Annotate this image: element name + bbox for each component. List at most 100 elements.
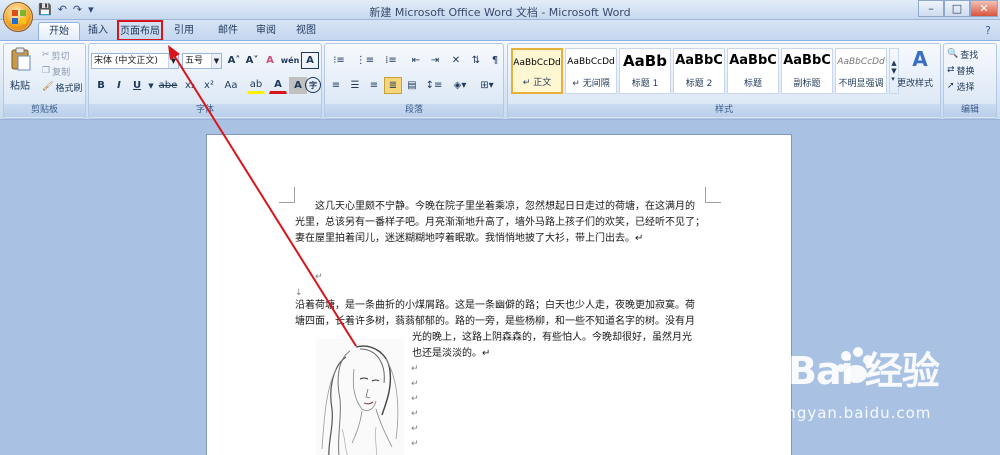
show-marks-icon[interactable]: ¶ bbox=[486, 52, 504, 69]
chevron-down-icon[interactable]: ▼ bbox=[211, 54, 221, 68]
phonetic-guide-button[interactable]: wén bbox=[281, 52, 300, 69]
inserted-portrait-image[interactable] bbox=[316, 339, 404, 455]
character-border-button[interactable]: A bbox=[301, 52, 319, 69]
multilevel-list-icon[interactable]: ⁞≡ bbox=[379, 52, 403, 69]
tab-mailings[interactable]: 邮件 bbox=[212, 22, 244, 40]
shading-icon[interactable]: ◈▾ bbox=[449, 77, 471, 94]
tab-home[interactable]: 开始 bbox=[38, 22, 80, 40]
document-page[interactable]: 这几天心里颇不宁静。今晚在院子里坐着乘凉，忽然想起日日走过的荷塘，在这满月的 光… bbox=[206, 134, 792, 455]
paragraph-group: ⁝≡ ⋮≡ ⁞≡ ⇤ ⇥ ✕ ⇅ ¶ ≡ ☰ ≡ ≣ ▤ ↕≡ ◈▾ ⊞▾ 段落 bbox=[324, 43, 504, 119]
baidu-watermark: Bai 经验 jingyan.baidu.com bbox=[748, 340, 998, 455]
tab-page-layout[interactable]: 页面布局 bbox=[117, 20, 163, 41]
text-line: 妻在屋里拍着闰儿，迷迷糊糊地哼着眠歌。我悄悄地披了大衫，带上门出去。↵ bbox=[295, 233, 644, 244]
office-button[interactable] bbox=[3, 2, 33, 32]
italic-button[interactable]: I bbox=[110, 77, 128, 94]
shrink-font-button[interactable]: A˅ bbox=[243, 52, 261, 69]
style-preview: AaBb bbox=[623, 52, 667, 70]
change-styles-button[interactable]: 更改样式 bbox=[897, 74, 933, 90]
style-subtle-emphasis[interactable]: AaBbCcDd 不明显强调 bbox=[835, 48, 887, 94]
replace-button[interactable]: ⇄ 替换 bbox=[947, 62, 975, 78]
paragraph-1[interactable]: 这几天心里颇不宁静。今晚在院子里坐着乘凉，忽然想起日日走过的荷塘，在这满月的 光… bbox=[295, 199, 705, 247]
paragraph-group-label: 段落 bbox=[325, 104, 503, 117]
styles-group-label: 样式 bbox=[508, 104, 940, 117]
change-styles-icon[interactable]: A bbox=[902, 46, 938, 72]
bullets-icon[interactable]: ⁝≡ bbox=[327, 52, 351, 69]
numbering-icon[interactable]: ⋮≡ bbox=[353, 52, 377, 69]
copy-label: 复制 bbox=[52, 67, 71, 78]
font-name-combo[interactable]: 宋体 (中文正文) ▼ bbox=[91, 53, 179, 69]
style-name: 不明显强调 bbox=[838, 79, 884, 89]
ribbon: 粘贴 ✂ 剪切 ❐ 复制 🖌 格式刷 剪贴板 宋体 (中文正文) ▼ 五号 ▼ A˄ A˅… bbox=[0, 40, 1000, 120]
styles-group: AaBbCcDd ↵ 正文 AaBbCcDd ↵ 无间隔 AaBb 标题 1 A… bbox=[507, 43, 941, 119]
crop-mark-top-right bbox=[705, 187, 721, 203]
ribbon-tabs: 开始 插入 页面布局 引用 邮件 审阅 视图 ? bbox=[0, 20, 1000, 41]
watermark-brand: Bai 经验 bbox=[788, 349, 940, 393]
paragraph-mark: ↵ bbox=[411, 394, 419, 404]
replace-icon: ⇄ bbox=[947, 65, 955, 75]
highlight-button[interactable]: ab bbox=[247, 77, 265, 94]
style-name: ↵ 正文 bbox=[522, 78, 552, 88]
borders-icon[interactable]: ⊞▾ bbox=[475, 77, 499, 94]
underline-button[interactable]: U bbox=[128, 77, 146, 94]
find-label: 查找 bbox=[960, 50, 979, 61]
style-subtitle[interactable]: AaBbC 副标题 bbox=[781, 48, 833, 94]
change-case-button[interactable]: Aa bbox=[220, 77, 242, 94]
paste-icon[interactable] bbox=[8, 46, 34, 72]
editing-group: 🔍 查找 ⇄ 替换 ➚ 选择 编辑 bbox=[943, 43, 997, 119]
font-color-button[interactable]: A bbox=[269, 77, 287, 94]
line-spacing-icon[interactable]: ↕≡ bbox=[423, 77, 445, 94]
cut-label: 剪切 bbox=[51, 51, 70, 62]
increase-indent-icon[interactable]: ⇥ bbox=[426, 52, 444, 69]
decrease-indent-icon[interactable]: ⇤ bbox=[407, 52, 425, 69]
paragraph-mark: ↵ bbox=[411, 379, 419, 389]
portrait-sketch bbox=[321, 345, 399, 455]
copy-icon: ❐ bbox=[42, 66, 51, 76]
tab-view[interactable]: 视图 bbox=[290, 22, 322, 40]
text-line: 沿着荷塘，是一条曲折的小煤屑路。这是一条幽僻的路；白天也少人走，夜晚更加寂寞。荷 bbox=[295, 300, 695, 311]
close-button[interactable]: ✕ bbox=[970, 0, 998, 17]
distributed-icon[interactable]: ▤ bbox=[403, 77, 421, 94]
cut-button[interactable]: ✂ 剪切 bbox=[42, 47, 70, 63]
align-center-icon[interactable]: ☰ bbox=[346, 77, 364, 94]
find-button[interactable]: 🔍 查找 bbox=[947, 46, 978, 62]
paragraph-2-wrap[interactable]: 光的晚上，这路上阴森森的，有些怕人。今晚却很好，虽然月光 也还是淡淡的。↵ bbox=[412, 330, 692, 362]
maximize-button[interactable]: □ bbox=[944, 0, 970, 17]
sort-icon[interactable]: ⇅ bbox=[467, 52, 485, 69]
tab-references[interactable]: 引用 bbox=[168, 22, 200, 40]
font-size-combo[interactable]: 五号 ▼ bbox=[182, 53, 222, 69]
style-preview: AaBbC bbox=[783, 53, 831, 68]
chinese-layout-icon[interactable]: ✕ bbox=[447, 52, 465, 69]
brush-icon: 🖌 bbox=[42, 82, 54, 92]
enclose-characters-button[interactable]: 字 bbox=[305, 77, 321, 93]
paragraph-mark: ↵ bbox=[411, 439, 419, 449]
grow-font-button[interactable]: A˄ bbox=[225, 52, 243, 69]
style-title[interactable]: AaBbC 标题 bbox=[727, 48, 779, 94]
help-icon[interactable]: ? bbox=[980, 22, 996, 40]
tab-review[interactable]: 审阅 bbox=[250, 22, 282, 40]
style-normal[interactable]: AaBbCcDd ↵ 正文 bbox=[511, 48, 563, 94]
style-no-spacing[interactable]: AaBbCcDd ↵ 无间隔 bbox=[565, 48, 617, 94]
clear-format-button[interactable]: A bbox=[261, 52, 279, 69]
style-heading-1[interactable]: AaBb 标题 1 bbox=[619, 48, 671, 94]
justify-icon[interactable]: ≣ bbox=[384, 77, 402, 94]
text-line: 光里，总该另有一番样子吧。月亮渐渐地升高了，墙外马路上孩子们的欢笑，已经听不见了… bbox=[295, 217, 705, 228]
minimize-button[interactable]: – bbox=[918, 0, 944, 17]
paste-button[interactable]: 粘贴 bbox=[10, 76, 30, 92]
bold-button[interactable]: B bbox=[92, 77, 110, 94]
underline-dropdown-icon[interactable]: ▼ bbox=[146, 77, 156, 94]
paragraph-2[interactable]: 沿着荷塘，是一条曲折的小煤屑路。这是一条幽僻的路；白天也少人走，夜晚更加寂寞。荷… bbox=[295, 298, 695, 330]
strikethrough-button[interactable]: abe bbox=[157, 77, 179, 94]
tab-insert[interactable]: 插入 bbox=[80, 22, 116, 40]
select-button[interactable]: ➚ 选择 bbox=[947, 78, 975, 94]
paragraph-mark: ↵ bbox=[411, 424, 419, 434]
align-right-icon[interactable]: ≡ bbox=[365, 77, 383, 94]
chevron-down-icon[interactable]: ▼ bbox=[168, 54, 178, 68]
style-heading-2[interactable]: AaBbC 标题 2 bbox=[673, 48, 725, 94]
copy-button[interactable]: ❐ 复制 bbox=[42, 63, 70, 79]
align-left-icon[interactable]: ≡ bbox=[327, 77, 345, 94]
subscript-button[interactable]: x₂ bbox=[181, 77, 199, 94]
superscript-button[interactable]: x² bbox=[200, 77, 218, 94]
format-painter-button[interactable]: 🖌 格式刷 bbox=[42, 79, 82, 95]
replace-label: 替换 bbox=[956, 66, 975, 77]
clipboard-group: 粘贴 ✂ 剪切 ❐ 复制 🖌 格式刷 剪贴板 bbox=[3, 43, 86, 119]
